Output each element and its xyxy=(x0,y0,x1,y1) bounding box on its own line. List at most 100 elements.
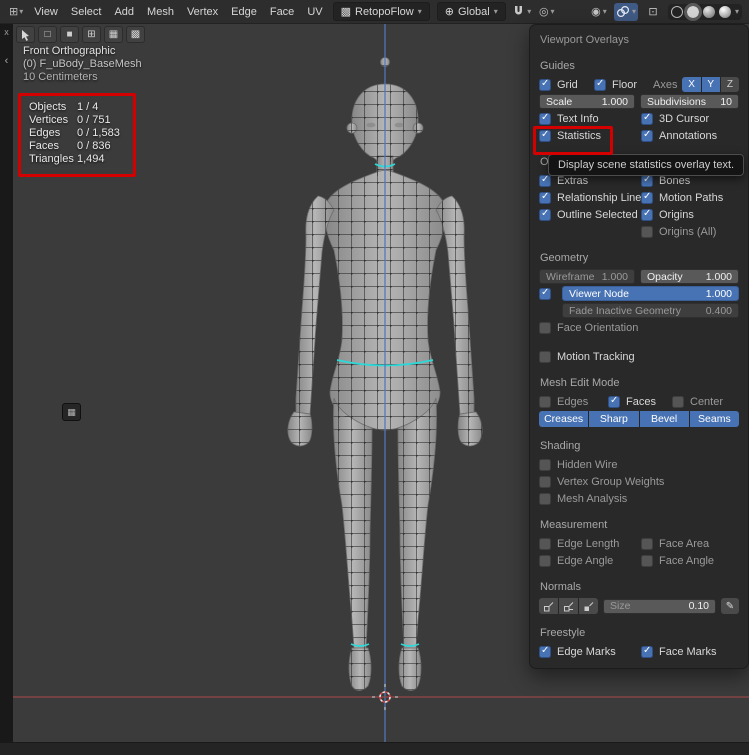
3d-cursor-checkbox[interactable] xyxy=(641,113,653,125)
toolbar-expand-icon[interactable]: ‹ xyxy=(5,55,9,67)
shading-rendered-button[interactable] xyxy=(719,6,731,18)
edge-length-toggle[interactable]: Edge Length xyxy=(539,538,636,550)
menu-vertex[interactable]: Vertex xyxy=(181,3,224,21)
annotations-toggle[interactable]: Annotations xyxy=(641,130,739,142)
face-area-toggle[interactable]: Face Area xyxy=(641,538,739,550)
edges-toggle[interactable]: Edges xyxy=(539,396,603,408)
mesh-filter-button[interactable]: ▩ xyxy=(126,26,145,43)
face-marks-toggle[interactable]: Face Marks xyxy=(641,646,739,658)
select-mode-vertex-button[interactable]: ■ xyxy=(60,26,79,43)
statistics-checkbox[interactable] xyxy=(539,130,551,142)
faces-checkbox[interactable] xyxy=(608,396,620,408)
snap-toggle-button[interactable]: ▾ xyxy=(510,3,534,21)
creases-button[interactable]: Creases xyxy=(539,411,588,427)
face-orientation-checkbox[interactable] xyxy=(539,322,551,334)
menu-select[interactable]: Select xyxy=(65,3,108,21)
menu-edge[interactable]: Edge xyxy=(225,3,263,21)
face-normals-icon[interactable] xyxy=(579,598,598,614)
menu-add[interactable]: Add xyxy=(108,3,140,21)
text-info-checkbox[interactable] xyxy=(539,113,551,125)
floating-grid-icon[interactable]: ▦ xyxy=(62,403,81,421)
tweak-tool-button[interactable] xyxy=(16,26,35,43)
select-box-button[interactable]: □ xyxy=(38,26,57,43)
outline-selected-checkbox[interactable] xyxy=(539,209,551,221)
edge-length-checkbox[interactable] xyxy=(539,538,551,550)
motion-paths-toggle[interactable]: Motion Paths xyxy=(641,192,739,204)
viewer-node-checkbox[interactable] xyxy=(539,288,551,300)
shading-wireframe-button[interactable] xyxy=(671,6,683,18)
extras-checkbox[interactable] xyxy=(539,175,551,187)
menu-face[interactable]: Face xyxy=(264,3,300,21)
vertex-normals-icon[interactable] xyxy=(539,598,558,614)
scale-slider[interactable]: Scale 1.000 xyxy=(539,94,635,109)
wireframe-slider[interactable]: Wireframe 1.000 xyxy=(539,269,635,284)
xray-toggle-button[interactable]: ⊡ xyxy=(641,3,665,21)
edge-marks-toggle[interactable]: Edge Marks xyxy=(539,646,636,658)
text-info-toggle[interactable]: Text Info xyxy=(539,113,636,125)
axis-x-button[interactable]: X xyxy=(682,77,700,92)
statistics-toggle[interactable]: Statistics xyxy=(539,130,636,142)
fade-inactive-slider[interactable]: Fade Inactive Geometry 0.400 xyxy=(562,303,739,318)
faces-toggle[interactable]: Faces xyxy=(608,396,667,408)
hidden-wire-toggle[interactable]: Hidden Wire xyxy=(539,459,618,471)
bones-toggle[interactable]: Bones xyxy=(641,175,739,187)
bevel-button[interactable]: Bevel xyxy=(640,411,689,427)
split-normals-icon[interactable] xyxy=(559,598,578,614)
subdivisions-slider[interactable]: Subdivisions 10 xyxy=(640,94,739,109)
proportional-editing-button[interactable]: ◎▾ xyxy=(535,3,559,21)
face-orientation-toggle[interactable]: Face Orientation xyxy=(539,322,638,334)
edge-angle-checkbox[interactable] xyxy=(539,555,551,567)
floor-checkbox[interactable] xyxy=(594,79,606,91)
select-mode-edge-button[interactable]: ⊞ xyxy=(82,26,101,43)
motion-paths-checkbox[interactable] xyxy=(641,192,653,204)
edge-marks-checkbox[interactable] xyxy=(539,646,551,658)
mesh-analysis-checkbox[interactable] xyxy=(539,493,551,505)
relationship-lines-toggle[interactable]: Relationship Lines xyxy=(539,192,636,204)
menu-mesh[interactable]: Mesh xyxy=(141,3,180,21)
edge-angle-toggle[interactable]: Edge Angle xyxy=(539,555,636,567)
grid-toggle[interactable]: Grid xyxy=(539,79,589,91)
normals-edit-button[interactable]: ✎ xyxy=(721,598,739,614)
axis-z-button[interactable]: Z xyxy=(721,77,739,92)
floor-toggle[interactable]: Floor xyxy=(594,79,648,91)
center-checkbox[interactable] xyxy=(672,396,684,408)
origins-checkbox[interactable] xyxy=(641,209,653,221)
show-overlays-button[interactable]: ▾ xyxy=(614,3,638,21)
origins-toggle[interactable]: Origins xyxy=(641,209,739,221)
origins-all-checkbox[interactable] xyxy=(641,226,653,238)
transform-orientation-dropdown[interactable]: ⊕ Global ▾ xyxy=(437,2,506,21)
retopoflow-dropdown[interactable]: ▩ RetopoFlow ▾ xyxy=(333,2,430,21)
viewer-node-slider[interactable]: Viewer Node 1.000 xyxy=(562,286,739,301)
3d-cursor-toggle[interactable]: 3D Cursor xyxy=(641,113,739,125)
hidden-wire-checkbox[interactable] xyxy=(539,459,551,471)
mesh-analysis-toggle[interactable]: Mesh Analysis xyxy=(539,493,627,505)
pivot-point-button[interactable]: ◉▾ xyxy=(587,3,611,21)
edges-checkbox[interactable] xyxy=(539,396,551,408)
opacity-slider[interactable]: Opacity 1.000 xyxy=(640,269,739,284)
sharp-button[interactable]: Sharp xyxy=(589,411,638,427)
motion-tracking-checkbox[interactable] xyxy=(539,351,551,363)
editor-type-icon[interactable]: ⊞▾ xyxy=(5,5,27,18)
face-marks-checkbox[interactable] xyxy=(641,646,653,658)
vertex-group-weights-toggle[interactable]: Vertex Group Weights xyxy=(539,476,664,488)
annotations-checkbox[interactable] xyxy=(641,130,653,142)
origins-all-toggle[interactable]: Origins (All) xyxy=(641,226,739,238)
relationship-lines-checkbox[interactable] xyxy=(539,192,551,204)
motion-tracking-toggle[interactable]: Motion Tracking xyxy=(539,351,635,363)
outline-selected-toggle[interactable]: Outline Selected xyxy=(539,209,636,221)
face-area-checkbox[interactable] xyxy=(641,538,653,550)
menu-view[interactable]: View xyxy=(28,3,64,21)
shading-solid-button[interactable] xyxy=(687,6,699,18)
center-toggle[interactable]: Center xyxy=(672,396,723,408)
bones-checkbox[interactable] xyxy=(641,175,653,187)
face-angle-checkbox[interactable] xyxy=(641,555,653,567)
select-mode-face-button[interactable]: ▦ xyxy=(104,26,123,43)
vertex-group-weights-checkbox[interactable] xyxy=(539,476,551,488)
face-angle-toggle[interactable]: Face Angle xyxy=(641,555,739,567)
seams-button[interactable]: Seams xyxy=(690,411,739,427)
menu-uv[interactable]: UV xyxy=(301,3,328,21)
normals-size-slider[interactable]: Size 0.10 xyxy=(603,599,716,614)
grid-checkbox[interactable] xyxy=(539,79,551,91)
shading-material-button[interactable] xyxy=(703,6,715,18)
close-icon[interactable]: x xyxy=(4,27,9,37)
